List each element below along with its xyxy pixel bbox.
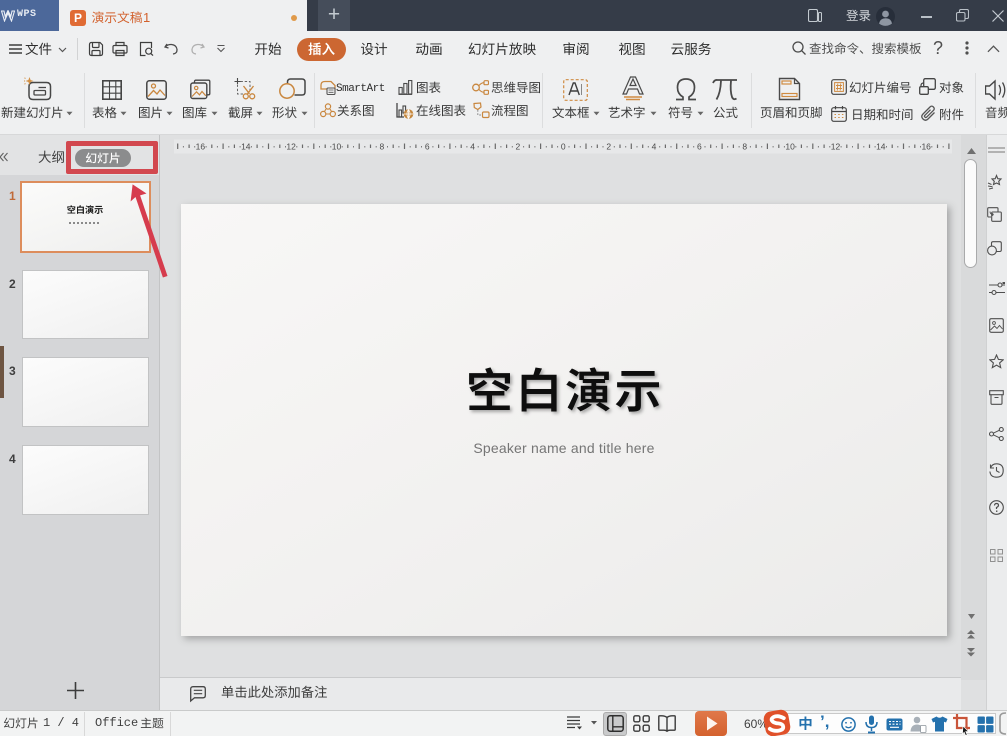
svg-text:4: 4	[652, 142, 657, 152]
svg-text:4: 4	[470, 142, 475, 152]
svg-text:2: 2	[606, 142, 611, 152]
svg-text:0: 0	[561, 142, 566, 152]
svg-text:12: 12	[831, 142, 841, 152]
svg-text:8: 8	[742, 142, 747, 152]
svg-text:14: 14	[241, 142, 251, 152]
svg-text:12: 12	[286, 142, 296, 152]
svg-text:8: 8	[380, 142, 385, 152]
svg-text:10: 10	[785, 142, 795, 152]
svg-text:14: 14	[876, 142, 886, 152]
svg-text:16: 16	[921, 142, 931, 152]
svg-text:6: 6	[697, 142, 702, 152]
svg-text:16: 16	[196, 142, 206, 152]
svg-text:10: 10	[332, 142, 342, 152]
svg-text:6: 6	[425, 142, 430, 152]
svg-text:2: 2	[516, 142, 521, 152]
